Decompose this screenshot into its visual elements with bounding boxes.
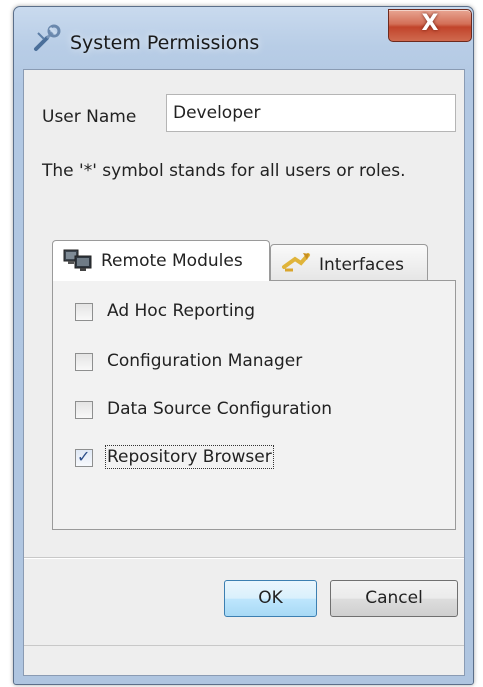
dialog-content: User Name Developer The '*' symbol stand…	[23, 69, 465, 676]
window-title: System Permissions	[70, 32, 260, 54]
checkbox[interactable]	[75, 303, 93, 321]
close-icon: X	[421, 11, 439, 36]
checkbox-label: Configuration Manager	[107, 351, 303, 371]
computers-icon	[63, 249, 92, 271]
cancel-button[interactable]: Cancel	[330, 580, 458, 617]
checkmark-icon: ✓	[77, 447, 91, 466]
separator	[24, 557, 464, 559]
checkbox[interactable]	[75, 353, 93, 371]
username-label: User Name	[42, 107, 137, 127]
checkbox-checked[interactable]: ✓	[75, 447, 93, 467]
tab-interfaces-label: Interfaces	[319, 255, 404, 275]
permission-tabs: Remote Modules Interfaces	[52, 240, 460, 281]
close-button[interactable]: X	[388, 9, 472, 42]
wrench-tool-icon	[34, 24, 61, 51]
remote-modules-panel: Ad Hoc Reporting Configuration Manager D…	[52, 280, 456, 530]
title-bar[interactable]: System Permissions X	[14, 7, 473, 67]
checkbox-label: Repository Browser	[105, 445, 274, 469]
wildcard-hint-text: The '*' symbol stands for all users or r…	[42, 161, 406, 181]
checkbox[interactable]	[75, 401, 93, 419]
tab-remote-modules-label: Remote Modules	[101, 251, 243, 271]
interfaces-icon	[282, 253, 310, 272]
status-strip	[24, 645, 464, 646]
tab-remote-modules[interactable]: Remote Modules	[52, 240, 270, 281]
ok-button[interactable]: OK	[224, 580, 317, 617]
username-input[interactable]: Developer	[166, 94, 456, 132]
tab-interfaces[interactable]: Interfaces	[270, 244, 428, 280]
system-permissions-dialog: System Permissions X User Name Developer…	[13, 6, 474, 685]
checkbox-label: Ad Hoc Reporting	[107, 301, 256, 321]
checkbox-label: Data Source Configuration	[107, 399, 333, 419]
